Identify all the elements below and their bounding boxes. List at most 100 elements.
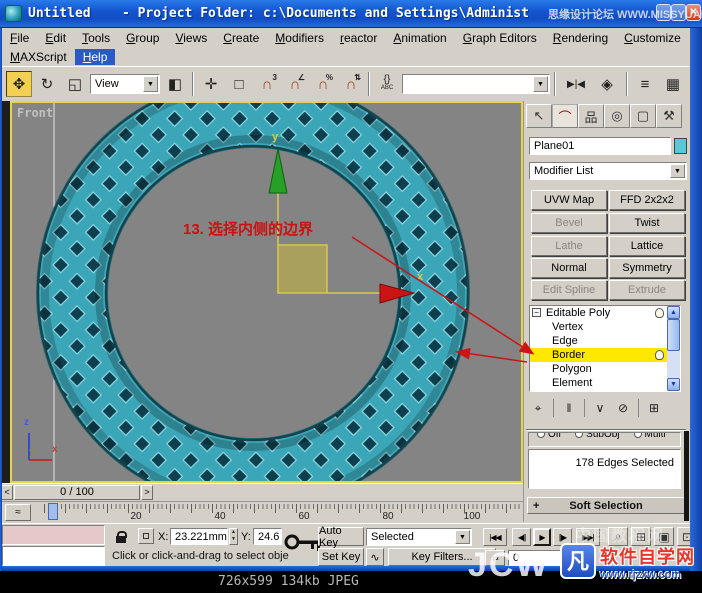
preview-off-radio[interactable]: Off: [537, 433, 561, 440]
make-unique-icon[interactable]: ∨: [590, 398, 610, 418]
visibility-bulb-icon[interactable]: [655, 350, 664, 360]
menu-help[interactable]: Help: [74, 48, 116, 65]
viewport-label[interactable]: Front: [17, 106, 53, 120]
stack-item-editable-poly[interactable]: − Editable Poly: [530, 306, 680, 320]
modifier-button-normal[interactable]: Normal: [531, 258, 607, 278]
track-bar-thumb[interactable]: [48, 503, 58, 520]
modifier-button-twist[interactable]: Twist: [609, 213, 685, 233]
maxscript-listener-pink[interactable]: [2, 525, 105, 545]
front-viewport[interactable]: Front 13. 选择内侧的边界 y x z x y: [12, 103, 521, 481]
x-spinner[interactable]: ▲ ▼: [229, 528, 238, 545]
dropdown-arrow-icon[interactable]: ▼: [670, 164, 685, 178]
next-frame-arrow[interactable]: >: [141, 485, 153, 500]
scroll-thumb[interactable]: [667, 319, 680, 351]
percent-snap-button[interactable]: ∩ %: [310, 71, 336, 97]
selection-lock-icon[interactable]: [112, 528, 130, 546]
menu-file[interactable]: File: [2, 30, 37, 46]
mirror-button[interactable]: ▶|◀: [560, 71, 592, 97]
snap-toggle-3d-button[interactable]: ∩ 3: [254, 71, 280, 97]
modifier-list-dropdown[interactable]: Modifier List ▼: [529, 162, 687, 180]
object-color-swatch[interactable]: [674, 138, 687, 154]
maxscript-listener-white[interactable]: [2, 546, 105, 566]
tab-create-icon[interactable]: ↖: [526, 104, 552, 128]
menu-modifiers[interactable]: Modifiers: [267, 30, 332, 46]
pin-stack-icon[interactable]: ⌖: [528, 398, 548, 418]
tab-hierarchy-icon[interactable]: 品: [578, 104, 604, 128]
align-button[interactable]: ◈: [594, 71, 620, 97]
scroll-down-icon[interactable]: ▼: [667, 378, 680, 391]
absolute-mode-toggle[interactable]: [138, 528, 154, 544]
named-selection-dropdown[interactable]: ▼: [402, 74, 550, 94]
edit-named-selections-button[interactable]: {} ABC: [374, 71, 400, 97]
menu-maxscript[interactable]: MAXScript: [2, 49, 75, 65]
stack-scrollbar[interactable]: ▲ ▼: [667, 306, 680, 391]
menu-graph-editors[interactable]: Graph Editors: [455, 30, 545, 46]
preview-subobj-radio[interactable]: SubObj: [575, 433, 620, 440]
menu-create[interactable]: Create: [215, 30, 267, 46]
auto-key-button[interactable]: Auto Key: [318, 525, 364, 549]
time-slider[interactable]: 0 / 100: [14, 485, 140, 500]
use-center-flyout-button[interactable]: ◧: [162, 71, 188, 97]
track-bar-ruler[interactable]: 0 20 40 60 80 100: [44, 502, 523, 524]
stack-item-edge[interactable]: Edge: [530, 334, 680, 348]
dropdown-arrow-icon[interactable]: ▼: [143, 76, 158, 92]
menu-edit[interactable]: Edit: [37, 30, 74, 46]
title-bar: Untitled - Project Folder: c:\Documents …: [0, 0, 702, 28]
tab-motion-icon[interactable]: ◎: [604, 104, 630, 128]
layer-manager-button[interactable]: ≡: [632, 71, 658, 97]
angle-snap-button[interactable]: ∩ ∠: [282, 71, 308, 97]
rotate-button[interactable]: ↻: [34, 71, 60, 97]
collapse-icon[interactable]: −: [532, 308, 541, 317]
snap-box-button[interactable]: □: [226, 71, 252, 97]
curve-editor-button[interactable]: ▦: [660, 71, 686, 97]
tab-display-icon[interactable]: ▢: [630, 104, 656, 128]
selection-filter-dropdown[interactable]: Selected ▼: [366, 528, 472, 546]
scale-button[interactable]: ◱: [62, 71, 88, 97]
y-coordinate-field[interactable]: 24.6: [253, 528, 282, 545]
go-to-start-button[interactable]: |◀◀: [483, 528, 507, 546]
visibility-bulb-icon[interactable]: [655, 308, 664, 318]
reference-coordinate-dropdown[interactable]: View ▼: [90, 74, 160, 94]
menu-animation[interactable]: Animation: [385, 30, 454, 46]
mini-curve-editor-button[interactable]: ≈: [5, 504, 31, 521]
set-key-button[interactable]: Set Key: [318, 548, 364, 566]
stack-item-border[interactable]: Border: [530, 348, 680, 362]
object-name-field[interactable]: Plane01: [529, 137, 671, 155]
stack-item-element[interactable]: Element: [530, 376, 680, 390]
x-coordinate-field[interactable]: 23.221mm: [170, 528, 228, 545]
configure-modifier-sets-icon[interactable]: ⊞: [644, 398, 664, 418]
spinner-snap-button[interactable]: ∩ ⇅: [338, 71, 364, 97]
scroll-up-icon[interactable]: ▲: [667, 306, 680, 319]
modifier-button-lattice[interactable]: Lattice: [609, 236, 685, 256]
panel-scrollbar[interactable]: [684, 431, 689, 521]
modifier-button-extrude[interactable]: Extrude: [609, 280, 685, 300]
new-key-curve-icon[interactable]: ∿: [366, 548, 384, 566]
modifier-button-ffd[interactable]: FFD 2x2x2: [609, 190, 685, 210]
tab-modify-icon[interactable]: ⌒: [552, 104, 578, 128]
previous-frame-button[interactable]: ◀||: [512, 528, 531, 546]
tab-utilities-icon[interactable]: ⚒: [656, 104, 682, 128]
modifier-button-uvw-map[interactable]: UVW Map: [531, 190, 607, 210]
modifier-button-lathe[interactable]: Lathe: [531, 236, 607, 256]
manipulate-button[interactable]: ✛: [198, 71, 224, 97]
select-move-button[interactable]: ✥: [6, 71, 32, 97]
menu-customize[interactable]: Customize: [616, 30, 689, 46]
previous-frame-arrow[interactable]: <: [1, 485, 13, 500]
stack-item-vertex[interactable]: Vertex: [530, 320, 680, 334]
dropdown-arrow-icon[interactable]: ▼: [455, 530, 470, 544]
menu-group[interactable]: Group: [118, 30, 167, 46]
play-button[interactable]: ▶: [533, 528, 551, 546]
show-end-result-icon[interactable]: ‖: [559, 398, 579, 418]
remove-modifier-icon[interactable]: ⊘: [613, 398, 633, 418]
menu-reactor[interactable]: reactor: [332, 30, 385, 46]
menu-views[interactable]: Views: [167, 30, 215, 46]
menu-rendering[interactable]: Rendering: [545, 30, 616, 46]
preview-multi-radio[interactable]: Multi: [633, 433, 666, 440]
modifier-button-bevel[interactable]: Bevel: [531, 213, 607, 233]
stack-item-polygon[interactable]: Polygon: [530, 362, 680, 376]
modifier-button-symmetry[interactable]: Symmetry: [609, 258, 685, 278]
soft-selection-rollout[interactable]: + Soft Selection: [527, 497, 685, 514]
menu-tools[interactable]: Tools: [74, 30, 118, 46]
modifier-button-edit-spline[interactable]: Edit Spline: [531, 280, 607, 300]
dropdown-arrow-icon[interactable]: ▼: [533, 76, 548, 92]
